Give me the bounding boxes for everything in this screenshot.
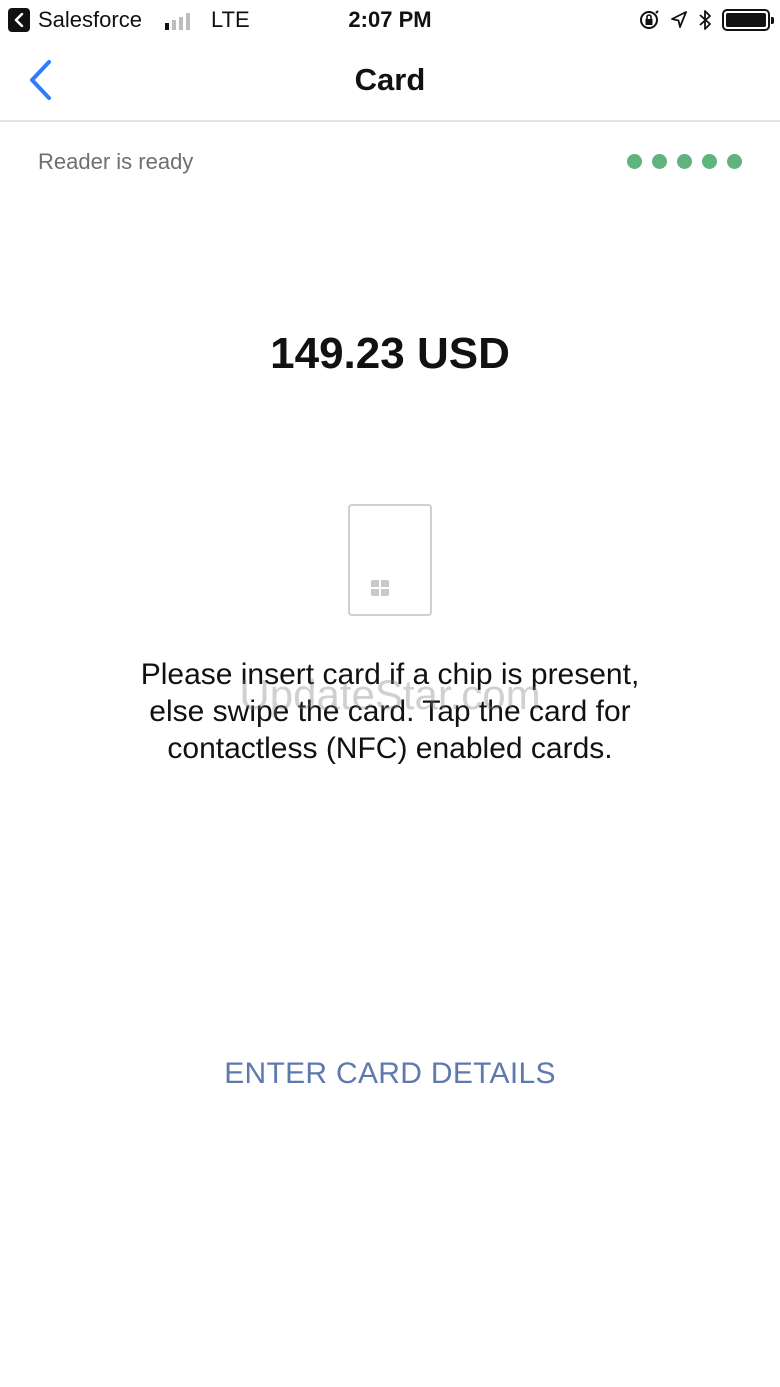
battery-level	[726, 13, 766, 27]
battery-icon	[722, 9, 774, 31]
navigation-bar: Card	[0, 40, 780, 122]
indicator-dot	[702, 154, 717, 169]
indicator-dot	[652, 154, 667, 169]
enter-card-details-button[interactable]: ENTER CARD DETAILS	[0, 1054, 780, 1094]
instruction-line: else swipe the card. Tap the card for	[149, 695, 631, 728]
indicator-dot	[727, 154, 742, 169]
card-instructions: Please insert card if a chip is present,…	[100, 656, 680, 767]
status-icons	[638, 6, 774, 34]
card-illustration	[348, 504, 432, 616]
orientation-lock-icon	[640, 10, 659, 29]
card-chip-icon	[371, 580, 389, 596]
location-icon	[671, 11, 687, 28]
bluetooth-icon	[699, 10, 711, 30]
page-title: Card	[354, 62, 426, 97]
payment-amount: 149.23 USD	[270, 329, 510, 378]
instruction-line: contactless (NFC) enabled cards.	[167, 732, 613, 765]
indicator-dot	[627, 154, 642, 169]
indicator-dot	[677, 154, 692, 169]
instruction-line: Please insert card if a chip is present,	[140, 658, 640, 691]
reader-status-text: Reader is ready	[38, 149, 194, 174]
status-bar: Salesforce LTE 2:07 PM	[0, 0, 780, 40]
reader-indicator	[627, 154, 742, 169]
card-payment-screen: Salesforce LTE 2:07 PM Card Reader is re…	[0, 0, 780, 1387]
reader-status-row: Reader is ready	[38, 146, 742, 178]
